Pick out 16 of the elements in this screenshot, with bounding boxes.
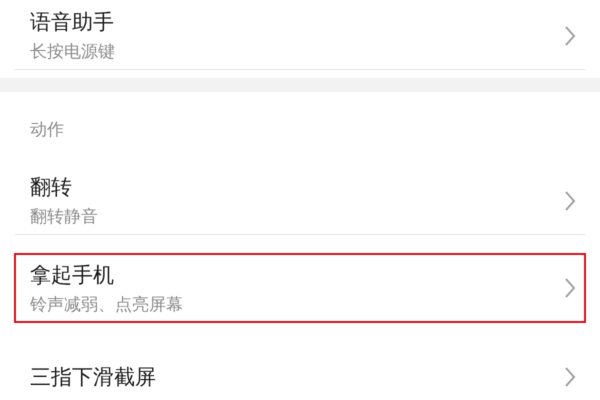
row-title: 语音助手 [30,9,115,36]
row-title: 翻转 [30,174,73,201]
settings-row[interactable]: 翻转 翻转静音 [14,165,586,235]
row-subtitle: 翻转静音 [30,206,98,228]
row-title: 拿起手机 [30,262,115,288]
row-subtitle: 长按电源键 [30,41,115,63]
section-header: 动作 [29,119,65,142]
chevron-icon [564,24,576,46]
row-title: 三指下滑截屏 [30,364,156,390]
row-subtitle: 铃声减弱、点亮屏幕 [30,294,183,316]
settings-row[interactable]: 拿起手机 铃声减弱、点亮屏幕 [14,253,586,323]
settings-row[interactable]: 三指下滑截屏 [14,341,586,400]
chevron-icon [564,366,576,388]
chevron-icon [564,277,576,299]
settings-row[interactable]: 语音助手 长按电源键 [14,0,586,70]
chevron-icon [564,190,576,212]
